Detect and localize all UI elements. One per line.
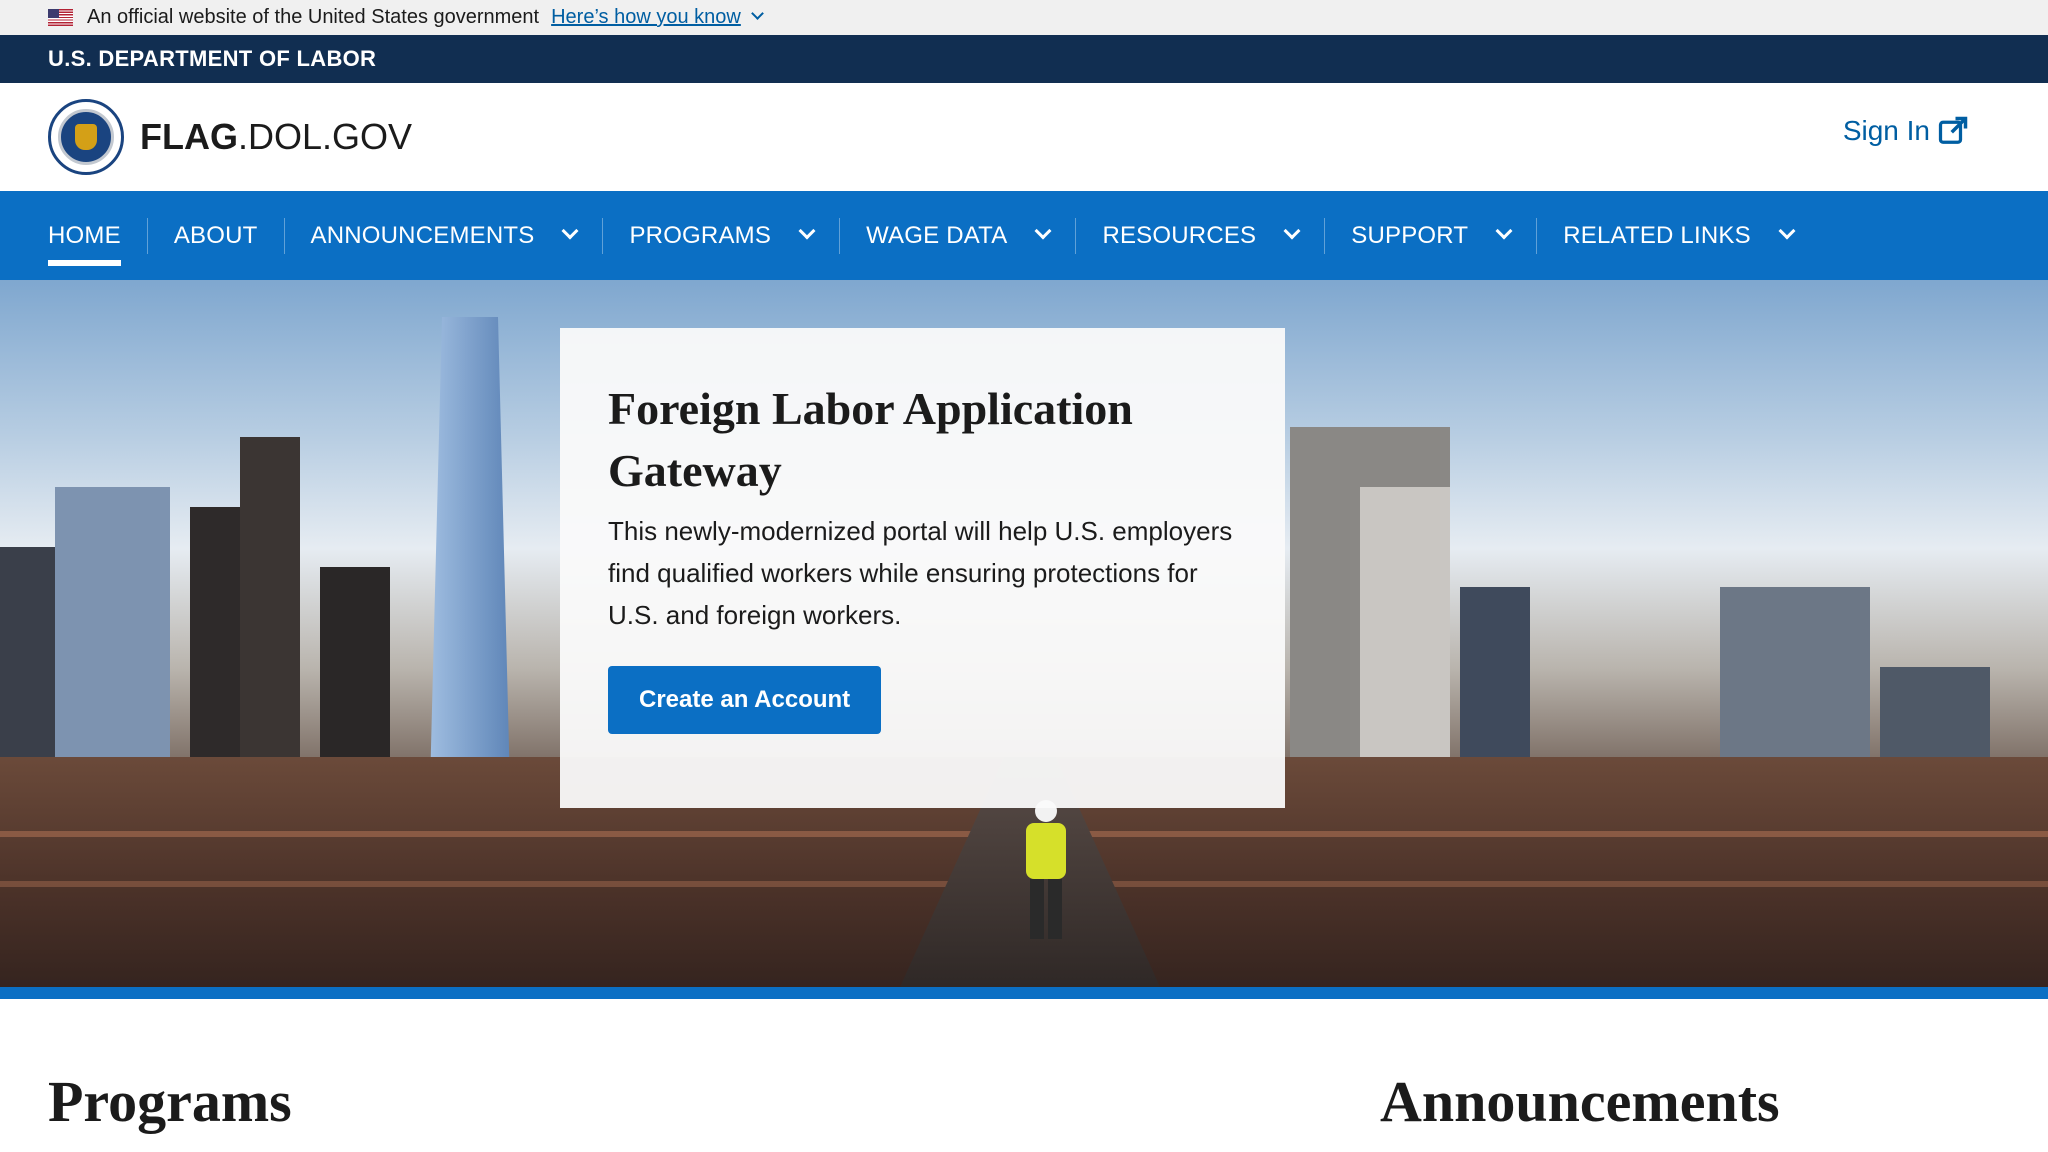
nav-divider	[283, 217, 285, 254]
chevron-down-icon	[561, 222, 579, 239]
nav-divider	[602, 217, 604, 254]
nav-about-label: ABOUT	[173, 221, 258, 249]
gov-banner: An official website of the United States…	[0, 0, 2048, 35]
agency-name[interactable]: U.S. DEPARTMENT OF LABOR	[48, 46, 376, 72]
us-flag-icon	[48, 9, 73, 26]
heres-how-you-know-link[interactable]: Here’s how you know	[551, 6, 741, 29]
nav-divider	[1536, 217, 1538, 254]
nav-related-links-label: RELATED LINKS	[1563, 221, 1751, 249]
nav-support[interactable]: SUPPORT	[1351, 191, 1513, 280]
hero-bottom-border	[0, 987, 2048, 999]
site-header: FLAG.DOL.GOV Sign In	[0, 83, 2048, 191]
chevron-down-icon[interactable]	[750, 7, 764, 20]
nav-resources-label: RESOURCES	[1102, 221, 1257, 249]
nav-divider	[1075, 217, 1077, 254]
sign-in-link[interactable]: Sign In	[1843, 115, 1968, 147]
hero-building	[320, 567, 390, 787]
chevron-down-icon	[1778, 222, 1796, 239]
hero-tower	[430, 317, 510, 787]
external-link-icon	[1938, 116, 1968, 144]
hero-card: Foreign Labor Application Gateway This n…	[560, 328, 1285, 808]
hero-worker-figure	[1026, 800, 1066, 939]
chevron-down-icon	[1034, 222, 1052, 239]
nav-resources[interactable]: RESOURCES	[1102, 191, 1301, 280]
announcements-heading: Announcements	[1380, 1069, 1780, 1134]
hero-title: Foreign Labor Application Gateway	[608, 383, 1133, 496]
programs-heading: Programs	[48, 1069, 292, 1134]
nav-home[interactable]: HOME	[48, 191, 121, 280]
nav-announcements-label: ANNOUNCEMENTS	[310, 221, 535, 249]
agency-bar: U.S. DEPARTMENT OF LABOR	[0, 35, 2048, 83]
nav-wage-data[interactable]: WAGE DATA	[866, 191, 1052, 280]
chevron-down-icon	[1495, 222, 1513, 239]
site-title-bold: FLAG	[140, 116, 238, 157]
nav-divider	[146, 217, 148, 254]
nav-home-label: HOME	[48, 221, 121, 249]
chevron-down-icon	[798, 222, 816, 239]
nav-related-links[interactable]: RELATED LINKS	[1563, 191, 1796, 280]
nav-programs[interactable]: PROGRAMS	[629, 191, 816, 280]
hero-building	[1360, 487, 1450, 787]
hero-building	[0, 547, 60, 787]
gov-banner-text: An official website of the United States…	[87, 6, 540, 28]
nav-divider	[1324, 217, 1326, 254]
dol-seal-logo[interactable]	[48, 99, 124, 175]
nav-divider	[839, 217, 841, 254]
hero-description: This newly-modernized portal will help U…	[608, 516, 1233, 630]
hero-building	[240, 437, 300, 787]
nav-wage-data-label: WAGE DATA	[866, 221, 1008, 249]
site-title[interactable]: FLAG.DOL.GOV	[140, 116, 412, 158]
create-account-button[interactable]: Create an Account	[608, 666, 882, 734]
nav-programs-label: PROGRAMS	[629, 221, 772, 249]
hero-building	[55, 487, 170, 787]
nav-about[interactable]: ABOUT	[174, 191, 258, 280]
sign-in-label: Sign In	[1842, 115, 1930, 146]
nav-announcements[interactable]: ANNOUNCEMENTS	[310, 191, 579, 280]
nav-support-label: SUPPORT	[1351, 221, 1469, 249]
primary-nav: HOME ABOUT ANNOUNCEMENTS PROGRAMS WAGE D…	[0, 191, 2048, 280]
site-title-rest: .DOL.GOV	[237, 116, 413, 157]
chevron-down-icon	[1283, 222, 1301, 239]
hero-banner: Foreign Labor Application Gateway This n…	[0, 280, 2048, 987]
